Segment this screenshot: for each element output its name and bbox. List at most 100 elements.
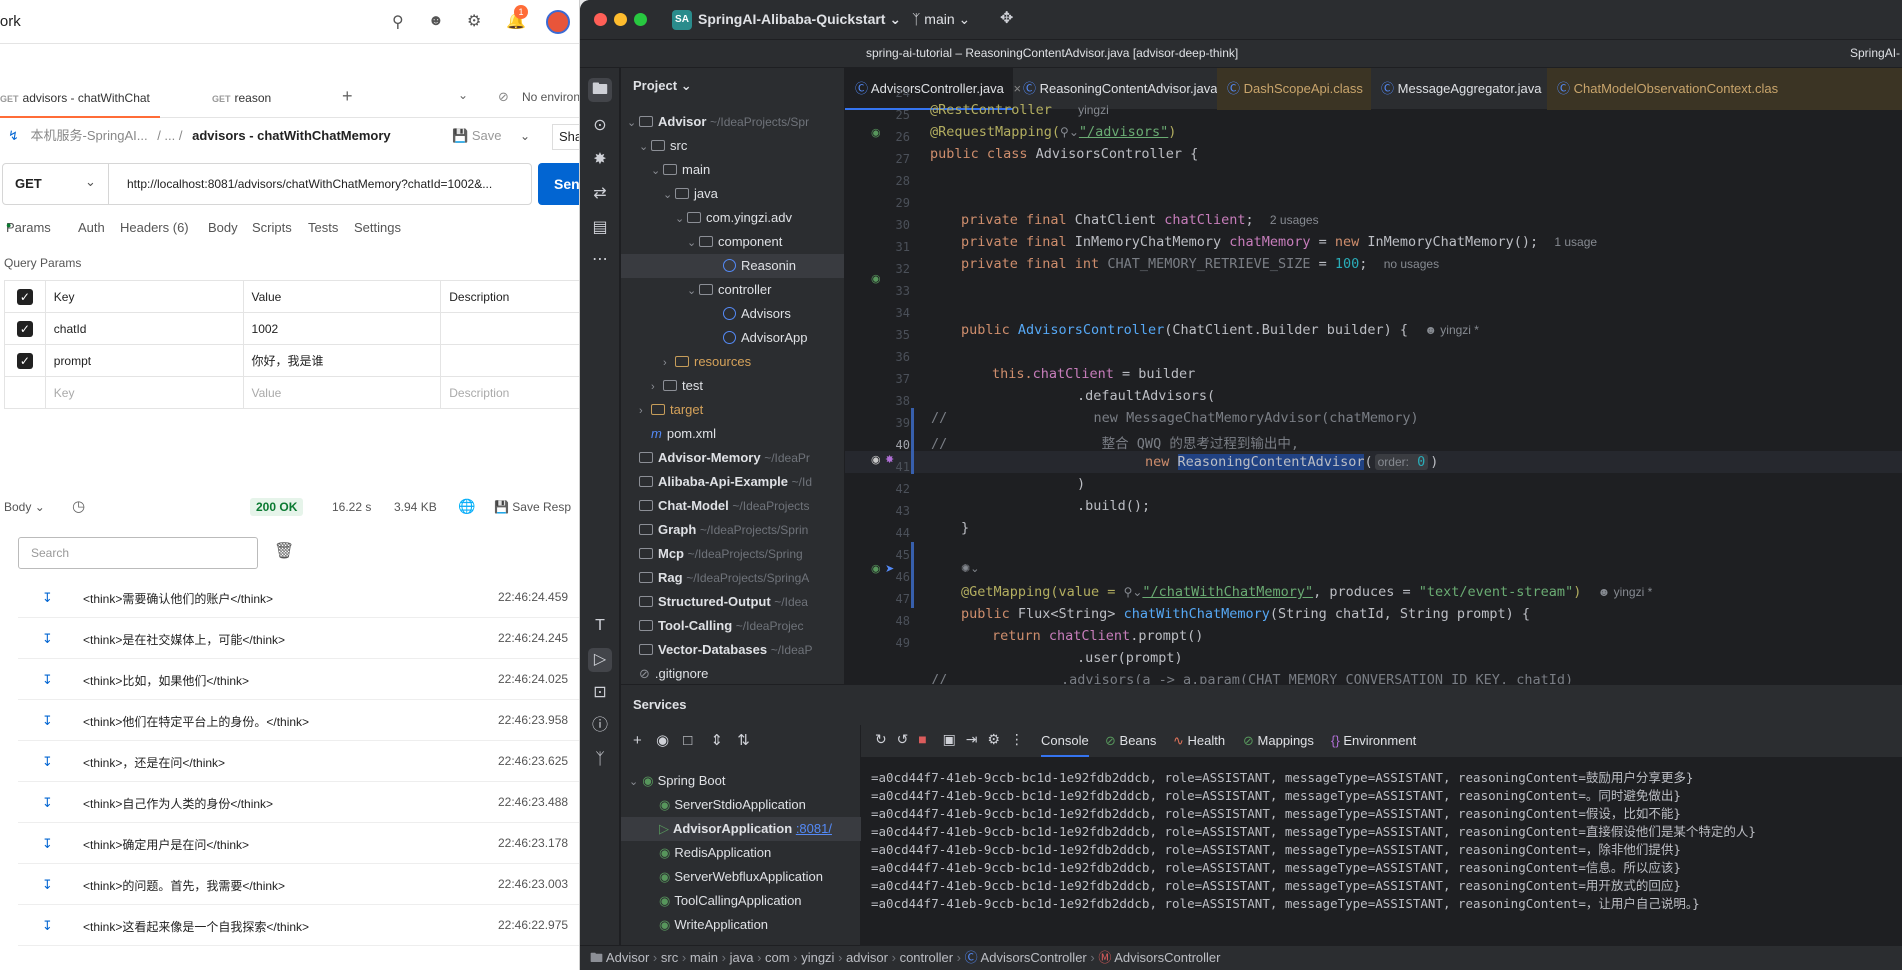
rerun-icon[interactable]: ↻ xyxy=(875,731,887,747)
event-row[interactable]: ↧ <think>，还是在问</think> 22:46:23.625 xyxy=(18,741,579,782)
project-tree-item[interactable]: ⌄ src xyxy=(621,134,844,158)
param-description[interactable] xyxy=(440,344,579,377)
project-tree-item[interactable]: ⌄ component xyxy=(621,230,844,254)
new-tab-plus-icon[interactable]: + xyxy=(342,86,353,107)
param-description[interactable] xyxy=(440,312,579,345)
code-line-30[interactable]: private final InMemoryChatMemory chatMem… xyxy=(961,234,1597,250)
project-tree-item[interactable]: Reasonin xyxy=(621,254,844,278)
project-tree-item[interactable]: ⊘ .gitignore xyxy=(621,662,844,684)
event-search-input[interactable]: Search xyxy=(18,537,258,569)
param-checkbox[interactable]: ✓ xyxy=(16,352,33,369)
method-select[interactable]: GET ⌄ xyxy=(3,164,109,204)
code-vision-icon[interactable]: ✺⌄ xyxy=(961,562,979,575)
zoom-window-button[interactable] xyxy=(634,13,647,26)
history-icon[interactable]: ◷ xyxy=(72,497,85,515)
more-icon[interactable]: ⋯ xyxy=(588,248,612,272)
code-line-42[interactable]: .build(); xyxy=(1077,498,1150,514)
project-tree-item[interactable]: › test xyxy=(621,374,844,398)
project-tree-item[interactable]: m pom.xml xyxy=(621,422,844,446)
collapse-all-icon[interactable]: ⇅ xyxy=(737,732,750,749)
code-line-48[interactable]: .user(prompt) xyxy=(1077,650,1183,666)
send-button[interactable]: Sen xyxy=(538,163,579,205)
project-tree-item[interactable]: Alibaba-Api-Example ~/Id xyxy=(621,470,844,494)
project-tree-item[interactable]: Rag ~/IdeaProjects/SpringA xyxy=(621,566,844,590)
commit-icon[interactable]: ⊙ xyxy=(588,114,612,138)
event-row[interactable]: ↧ <think>这看起来像是一个自我探索</think> 22:46:22.975 xyxy=(18,905,579,946)
run-gutter-icon[interactable]: ◉ xyxy=(871,126,881,139)
tab-settings[interactable]: Settings xyxy=(354,220,401,235)
services-icon[interactable]: ▷ xyxy=(588,648,612,672)
tab-chatwithchat[interactable]: GET advisors - chatWithChat xyxy=(0,78,160,118)
code-line-34[interactable]: public AdvisorsController(ChatClient.Bui… xyxy=(961,322,1479,338)
editor-tab-messageaggregator[interactable]: Ⓒ MessageAggregator.java xyxy=(1371,68,1547,110)
event-row[interactable]: ↧ <think>是在社交媒体上，可能</think> 22:46:24.245 xyxy=(18,618,579,659)
tab-tests[interactable]: Tests xyxy=(308,220,338,235)
pull-requests-icon[interactable]: ⇄ xyxy=(588,182,612,206)
project-tree-item[interactable]: ⌄ Advisor ~/IdeaProjects/Spr xyxy=(621,110,844,134)
close-window-button[interactable] xyxy=(594,13,607,26)
minimize-window-button[interactable] xyxy=(614,13,627,26)
search-icon[interactable]: ⚲ xyxy=(392,12,404,32)
tabs-chevron-down-icon[interactable]: ⌄ xyxy=(458,88,468,102)
save-button[interactable]: 💾 Save xyxy=(452,124,501,148)
save-response-button[interactable]: 💾 Save Resp xyxy=(494,500,571,514)
save-dropdown-chevron-icon[interactable]: ⌄ xyxy=(520,124,530,148)
git-icon[interactable]: ᛉ xyxy=(588,748,612,772)
project-folder-icon[interactable]: 🖿 xyxy=(588,78,612,102)
text-tool-icon[interactable]: T xyxy=(588,614,612,638)
exit-icon[interactable]: ⇥ xyxy=(966,731,978,747)
tab-scripts[interactable]: Scripts xyxy=(252,220,292,235)
project-tree-item[interactable]: Graph ~/IdeaProjects/Sprin xyxy=(621,518,844,542)
param-key[interactable]: chatId xyxy=(44,312,244,345)
debug-gutter-icon[interactable]: ◉ xyxy=(871,453,881,466)
new-group-icon[interactable]: □ xyxy=(683,732,692,749)
service-item[interactable]: ◉ RedisApplication xyxy=(621,841,861,865)
settings-gear-icon[interactable]: ⚙ xyxy=(467,11,481,31)
new-key-input[interactable]: Key xyxy=(44,376,244,409)
restart-icon[interactable]: ↺ xyxy=(897,731,909,747)
globe-icon[interactable]: 🌐 xyxy=(458,498,475,515)
event-row[interactable]: ↧ <think>确定用户是在问</think> 22:46:23.178 xyxy=(18,823,579,864)
param-checkbox[interactable]: ✓ xyxy=(16,320,33,337)
project-tree-item[interactable]: ⌄ main xyxy=(621,158,844,182)
event-row[interactable]: ↧ <think>比如，如果他们</think> 22:46:24.025 xyxy=(18,659,579,700)
tab-body[interactable]: Body xyxy=(208,220,238,235)
project-tree-item[interactable]: Structured-Output ~/Idea xyxy=(621,590,844,614)
problems-icon[interactable]: ⓘ xyxy=(588,714,612,738)
code-line-26[interactable]: public class AdvisorsController { xyxy=(930,146,1198,162)
eye-icon[interactable]: ◉ xyxy=(656,732,669,749)
code-line-41[interactable]: ) xyxy=(1077,476,1085,492)
trash-icon[interactable]: 🗑 xyxy=(274,541,294,561)
avatar[interactable] xyxy=(546,10,570,34)
endpoint-gutter-icon[interactable]: ◉ xyxy=(871,562,881,575)
service-item[interactable]: ◉ WriteApplication xyxy=(621,913,861,937)
invite-user-icon[interactable]: ☻ xyxy=(428,12,444,29)
service-item[interactable]: ⌄ ◉ Spring Boot xyxy=(621,769,861,793)
request-name[interactable]: advisors - chatWithChatMemory xyxy=(192,128,391,143)
service-item[interactable]: ◉ ToolCallingApplication xyxy=(621,889,861,913)
service-item[interactable]: ▷ AdvisorApplication :8081/ xyxy=(621,817,861,841)
code-line-37[interactable]: .defaultAdvisors( xyxy=(1077,388,1215,404)
project-tree-item[interactable]: ⌄ controller xyxy=(621,278,844,302)
new-description-input[interactable]: Description xyxy=(440,376,579,409)
project-tree-item[interactable]: AdvisorApp xyxy=(621,326,844,350)
ai-gutter-icon[interactable]: ✸ xyxy=(885,453,894,466)
select-all-checkbox[interactable]: ✓ xyxy=(16,288,33,305)
param-value[interactable]: 你好，我是谁 xyxy=(242,344,442,377)
dump-threads-icon[interactable]: ⚙ xyxy=(987,731,1000,747)
code-line-25[interactable]: @RequestMapping(⚲⌄"/advisors") xyxy=(930,124,1176,140)
project-tree-item[interactable]: Advisors xyxy=(621,302,844,326)
tab-console[interactable]: Console xyxy=(1041,725,1089,757)
tab-reason[interactable]: GET reason xyxy=(212,78,271,118)
send-request-gutter-icon[interactable]: ➤ xyxy=(885,562,894,575)
event-row[interactable]: ↧ <think>需要确认他们的账户</think> 22:46:24.459 xyxy=(18,577,579,618)
code-line-38[interactable]: // new MessageChatMemoryAdvisor(chatMemo… xyxy=(931,410,1419,426)
tab-beans[interactable]: ⊘ Beans xyxy=(1105,725,1156,757)
url-input[interactable]: http://localhost:8081/advisors/chatWithC… xyxy=(127,164,527,204)
code-line-29[interactable]: private final ChatClient chatClient; 2 u… xyxy=(961,212,1319,228)
project-tree-item[interactable]: Advisor-Memory ~/IdeaPr xyxy=(621,446,844,470)
workspace-title[interactable]: Work xyxy=(0,13,21,30)
stop-icon[interactable]: ■ xyxy=(918,731,926,747)
code-line-46[interactable]: public Flux<String> chatWithChatMemory(S… xyxy=(961,606,1530,622)
branch-selector[interactable]: ᛉ main ⌄ xyxy=(912,11,970,28)
